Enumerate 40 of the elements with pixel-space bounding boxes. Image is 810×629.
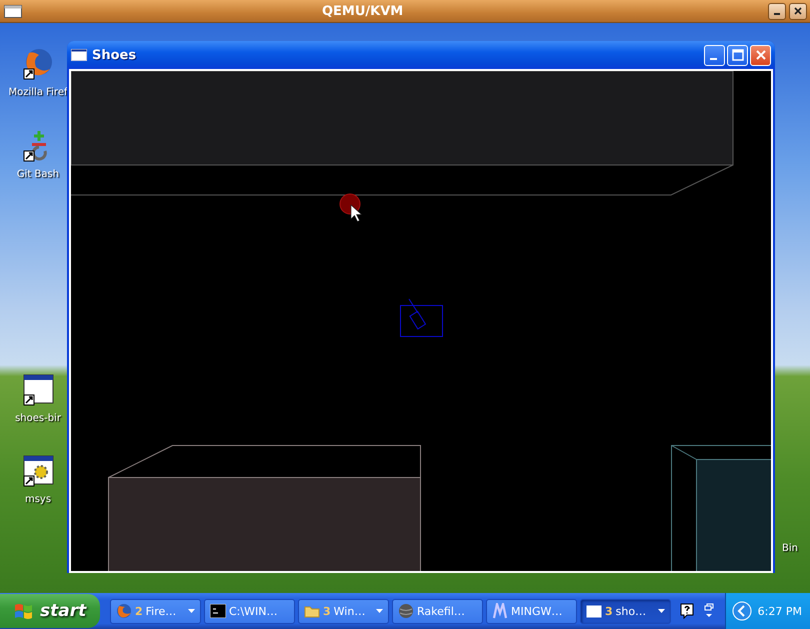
taskbar-button[interactable]: 3 sho… xyxy=(580,598,671,624)
desktop-icon-label[interactable]: msys xyxy=(24,494,52,505)
help-icon[interactable] xyxy=(680,603,694,619)
console-icon xyxy=(210,604,226,618)
ball-icon xyxy=(398,603,414,619)
desktop-icon-label[interactable]: Mozilla Firef xyxy=(8,87,68,98)
window-shortcut-icon[interactable] xyxy=(21,373,55,407)
letter-m-icon xyxy=(492,603,508,619)
cursor-icon xyxy=(350,204,362,222)
window-title: QEMU/KVM xyxy=(322,4,404,18)
minimize-button[interactable] xyxy=(768,2,786,20)
taskbar-button[interactable]: 2 Fire… xyxy=(110,598,201,624)
minimize-icon xyxy=(710,58,716,60)
taskbar-button[interactable]: 3 Win… xyxy=(298,598,389,624)
cannon-drawing xyxy=(400,298,443,337)
close-icon xyxy=(793,6,803,16)
maximize-button[interactable] xyxy=(727,44,748,66)
gear-window-shortcut-icon[interactable] xyxy=(21,454,55,488)
windows-logo-icon xyxy=(14,602,34,620)
window-icon xyxy=(4,4,22,18)
taskbar-button[interactable]: Rakefil… xyxy=(392,598,483,624)
taskbar-button[interactable]: MINGW… xyxy=(486,598,577,624)
desktop-icon-label[interactable]: Git Bash xyxy=(16,169,60,180)
window-icon xyxy=(71,49,87,61)
desktop-icon-label[interactable]: Bin xyxy=(782,543,798,554)
globe-icon xyxy=(116,603,132,619)
chevron-icon[interactable] xyxy=(732,601,752,621)
globe-shortcut-icon[interactable] xyxy=(21,47,55,81)
clock: 6:27 PM xyxy=(758,604,802,618)
window-title: Shoes xyxy=(92,48,136,62)
maximize-icon xyxy=(732,49,744,61)
minimize-icon xyxy=(774,13,780,15)
start-button[interactable]: start xyxy=(0,594,100,628)
window-icon xyxy=(586,604,602,618)
restore-windows-icon[interactable] xyxy=(703,603,715,619)
close-button[interactable] xyxy=(789,2,807,20)
folder-icon xyxy=(304,604,320,618)
close-icon xyxy=(754,49,766,61)
desktop-icon-label[interactable]: shoes-bir xyxy=(15,413,61,424)
taskbar-button[interactable]: C:\WIN… xyxy=(204,598,295,624)
